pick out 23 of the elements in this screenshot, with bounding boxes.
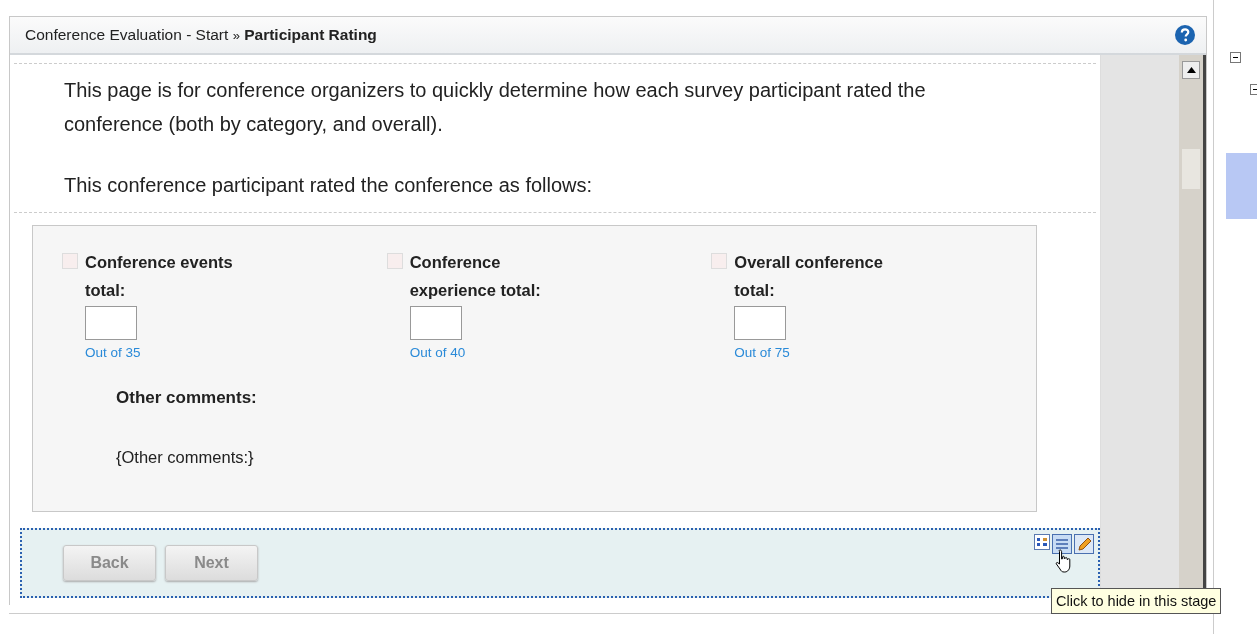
marker-icon	[386, 253, 403, 269]
scroll-up-icon[interactable]	[1182, 61, 1200, 79]
help-icon[interactable]	[1174, 24, 1196, 46]
marker-icon	[62, 253, 78, 269]
field-label: Conference experience total:	[409, 252, 542, 301]
pencil-icon[interactable]	[1074, 534, 1094, 554]
comments-label: Other comments:	[116, 388, 258, 408]
collapse-icon[interactable]	[1230, 52, 1241, 63]
grid-icon[interactable]	[1034, 534, 1050, 550]
marker-icon	[711, 253, 728, 269]
field-label: Conference events total:	[85, 252, 234, 301]
field-label: Overall conference total:	[734, 252, 884, 301]
field-hint: Out of 75	[734, 345, 790, 360]
intro-text: This page is for conference organizers to quickly determine how each survey participant rated the conference (both by category, and overall).	[64, 78, 927, 137]
field-hint: Out of 40	[409, 345, 466, 360]
field-hint: Out of 35	[85, 345, 141, 360]
input-field[interactable]	[85, 306, 137, 340]
list-icon[interactable]	[1052, 534, 1072, 554]
breadcrumb: Conference Evaluation - Start » Participant Rating	[25, 26, 377, 44]
input-field[interactable]	[409, 306, 462, 340]
input-field[interactable]	[734, 306, 787, 340]
intro-text: This conference participant rated the conference as follows:	[64, 173, 594, 198]
comments-value: {Other comments:}	[116, 448, 255, 467]
